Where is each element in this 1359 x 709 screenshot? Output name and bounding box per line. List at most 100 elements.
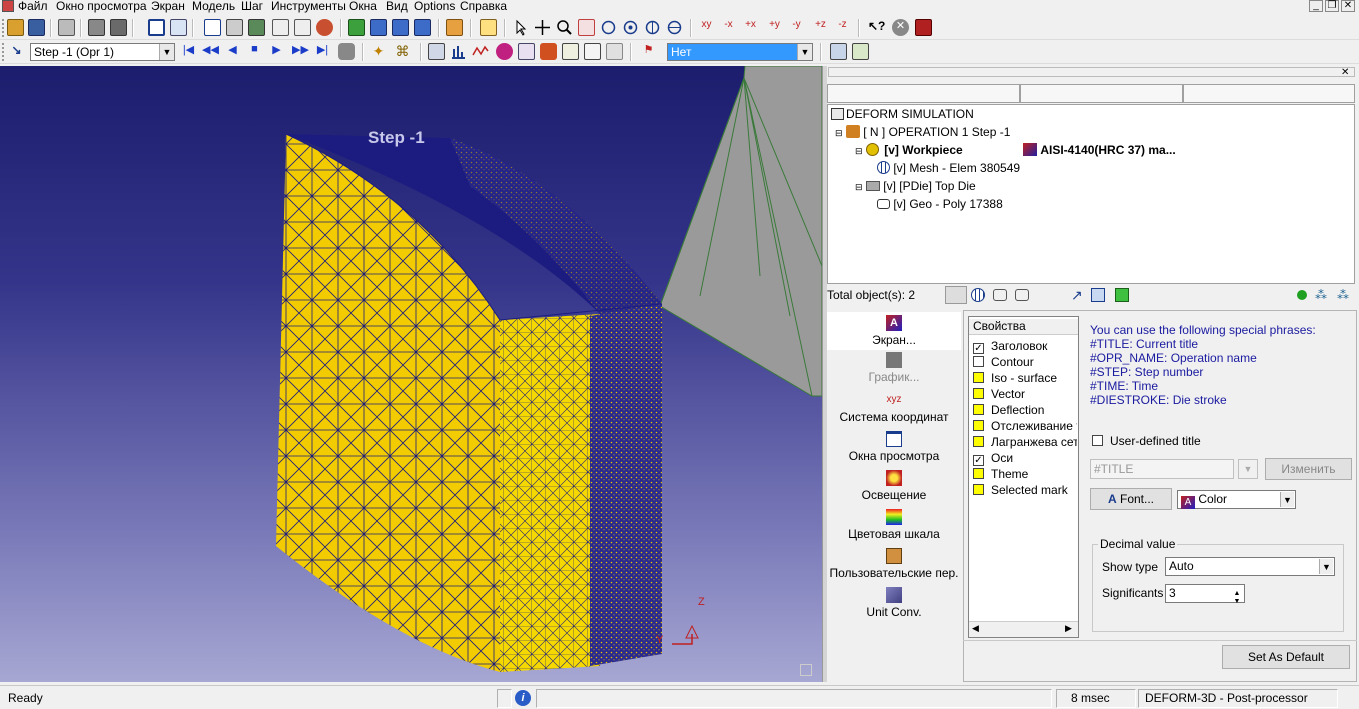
wireframe-icon[interactable] [370, 19, 387, 36]
export-icon[interactable] [584, 43, 601, 60]
rotate-free-icon[interactable] [600, 19, 617, 36]
cube-icon[interactable] [446, 19, 463, 36]
significants-input[interactable]: 3 ▲ ▼ [1165, 584, 1245, 605]
tree-die[interactable]: ⊟ [v] [PDie] Top Die [855, 179, 976, 194]
rotate-z-icon[interactable] [666, 19, 683, 36]
outline-icon[interactable] [414, 19, 431, 36]
tree-workpiece[interactable]: ⊟ [v] Workpiece [855, 143, 965, 158]
load-stroke-icon[interactable] [472, 43, 489, 60]
all-objects-icon[interactable]: ⁂ [1337, 288, 1349, 302]
nav-user-variables[interactable]: Пользовательские пер. [827, 548, 961, 580]
green-dot-icon[interactable] [1297, 290, 1307, 300]
camera-icon[interactable] [88, 19, 105, 36]
show-type-select[interactable]: Auto ▼ [1165, 557, 1335, 576]
menu-windows[interactable]: Окна [349, 0, 377, 13]
flow-net-icon[interactable]: ⌘ [394, 43, 411, 60]
inter-object-icon[interactable] [1115, 288, 1129, 302]
boundary-icon[interactable] [1091, 288, 1105, 302]
3d-viewport[interactable]: Step -1 Z Y [0, 66, 822, 682]
spin-up-icon[interactable]: ▲ [1231, 585, 1243, 597]
checkbox-checked-icon[interactable]: ✓ [973, 343, 984, 354]
menu-tools[interactable]: Инструменты [271, 0, 346, 13]
scroll-right-icon[interactable]: ▶ [1065, 623, 1072, 634]
set-default-button[interactable]: Set As Default [1222, 645, 1350, 669]
multi-object-icon[interactable]: ⁂ [1315, 288, 1327, 302]
fast-forward-icon[interactable]: ▶▶ [292, 43, 309, 60]
pan-icon[interactable] [534, 19, 551, 36]
viewport-new-icon[interactable] [204, 19, 221, 36]
property-item[interactable]: Contour [973, 355, 1077, 369]
zoom-icon[interactable] [556, 19, 573, 36]
nav-lighting[interactable]: Освещение [827, 470, 961, 502]
fast-back-icon[interactable]: ◀◀ [202, 43, 219, 60]
title-input[interactable]: #TITLE [1090, 459, 1234, 479]
property-item[interactable]: Selected mark [973, 483, 1077, 497]
checkbox-checked-icon[interactable]: ✓ [973, 455, 984, 466]
compare-icon[interactable] [606, 43, 623, 60]
probe-icon[interactable] [272, 19, 289, 36]
menu-help[interactable]: Справка [460, 0, 507, 13]
play-icon[interactable]: ▶ [268, 43, 285, 60]
save-icon[interactable] [28, 19, 45, 36]
tree-root[interactable]: DEFORM SIMULATION [831, 107, 974, 121]
scroll-left-icon[interactable]: ◀ [972, 623, 979, 634]
collapse-icon[interactable]: ⊟ [835, 128, 843, 138]
view-minus-y-icon[interactable]: -y [788, 19, 805, 36]
view-minus-z-icon[interactable]: -z [834, 19, 851, 36]
context-help-icon[interactable]: ↖? [868, 19, 885, 36]
view-minus-x-icon[interactable]: -x [720, 19, 737, 36]
menu-options[interactable]: Options [414, 0, 455, 13]
print-icon[interactable] [58, 19, 75, 36]
panel-close-icon[interactable]: ✕ [1341, 67, 1349, 78]
spin-down-icon[interactable]: ▼ [1231, 593, 1243, 605]
collapse-icon[interactable]: ⊟ [855, 182, 863, 192]
nav-graph[interactable]: График... [827, 352, 961, 384]
tree-header-col1[interactable] [827, 84, 1020, 103]
tree-header-col3[interactable] [1183, 84, 1355, 103]
data-table-icon[interactable] [852, 43, 869, 60]
flow-icon[interactable] [540, 43, 557, 60]
nav-viewports[interactable]: Окна просмотра [827, 431, 961, 463]
restore-icon[interactable]: ❐ [1325, 0, 1339, 12]
nav-coordinate[interactable]: xyz Система координат [827, 392, 961, 424]
rotate-icon[interactable] [316, 19, 333, 36]
menu-model[interactable]: Модель [192, 0, 235, 13]
summary-icon[interactable] [428, 43, 445, 60]
property-item[interactable]: Iso - surface [973, 371, 1077, 385]
horizontal-scrollbar[interactable]: ◀ ▶ [969, 621, 1078, 637]
point-tracking-icon[interactable]: ✦ [370, 43, 387, 60]
view-y-icon[interactable]: +y [766, 19, 783, 36]
resize-grip-icon[interactable] [800, 664, 812, 676]
shaded-icon[interactable] [348, 19, 365, 36]
app-icon[interactable] [2, 0, 14, 12]
tile-icon[interactable] [226, 19, 243, 36]
slicing-icon[interactable] [518, 43, 535, 60]
color-select[interactable]: A Color ▼ [1177, 490, 1296, 509]
info-icon[interactable]: i [515, 690, 531, 706]
state-select[interactable]: Нет ▼ [667, 43, 813, 61]
step-select[interactable]: Step -1 (Opr 1) ▼ [30, 43, 175, 61]
state-var-icon[interactable] [496, 43, 513, 60]
rotate-x-icon[interactable] [622, 19, 639, 36]
die-toggle-icon[interactable] [993, 289, 1007, 301]
mesh-view-icon[interactable] [248, 19, 265, 36]
mesh-toggle-icon[interactable] [971, 288, 985, 302]
view-xy-icon[interactable]: xy [698, 19, 715, 36]
stop-play-icon[interactable]: ■ [246, 43, 263, 60]
change-button[interactable]: Изменить [1265, 458, 1352, 480]
checkbox-icon[interactable] [973, 436, 984, 447]
collapse-icon[interactable]: ⊟ [855, 146, 863, 156]
property-item[interactable]: Vector [973, 387, 1077, 401]
property-item[interactable]: Deflection [973, 403, 1077, 417]
fit-icon[interactable] [294, 19, 311, 36]
tree-material[interactable]: AISI-4140(HRC 37) ma... [1023, 143, 1176, 157]
zoom-box-icon[interactable] [578, 19, 595, 36]
checkbox-icon[interactable] [973, 356, 984, 367]
checkbox-icon[interactable] [973, 484, 984, 495]
checkbox-icon[interactable] [973, 388, 984, 399]
user-title-checkbox[interactable]: User-defined title [1092, 434, 1201, 448]
stop-icon[interactable]: ✕ [892, 19, 909, 36]
checkbox-icon[interactable] [973, 468, 984, 479]
window-icon[interactable] [148, 19, 165, 36]
menu-file[interactable]: Файл [18, 0, 48, 13]
